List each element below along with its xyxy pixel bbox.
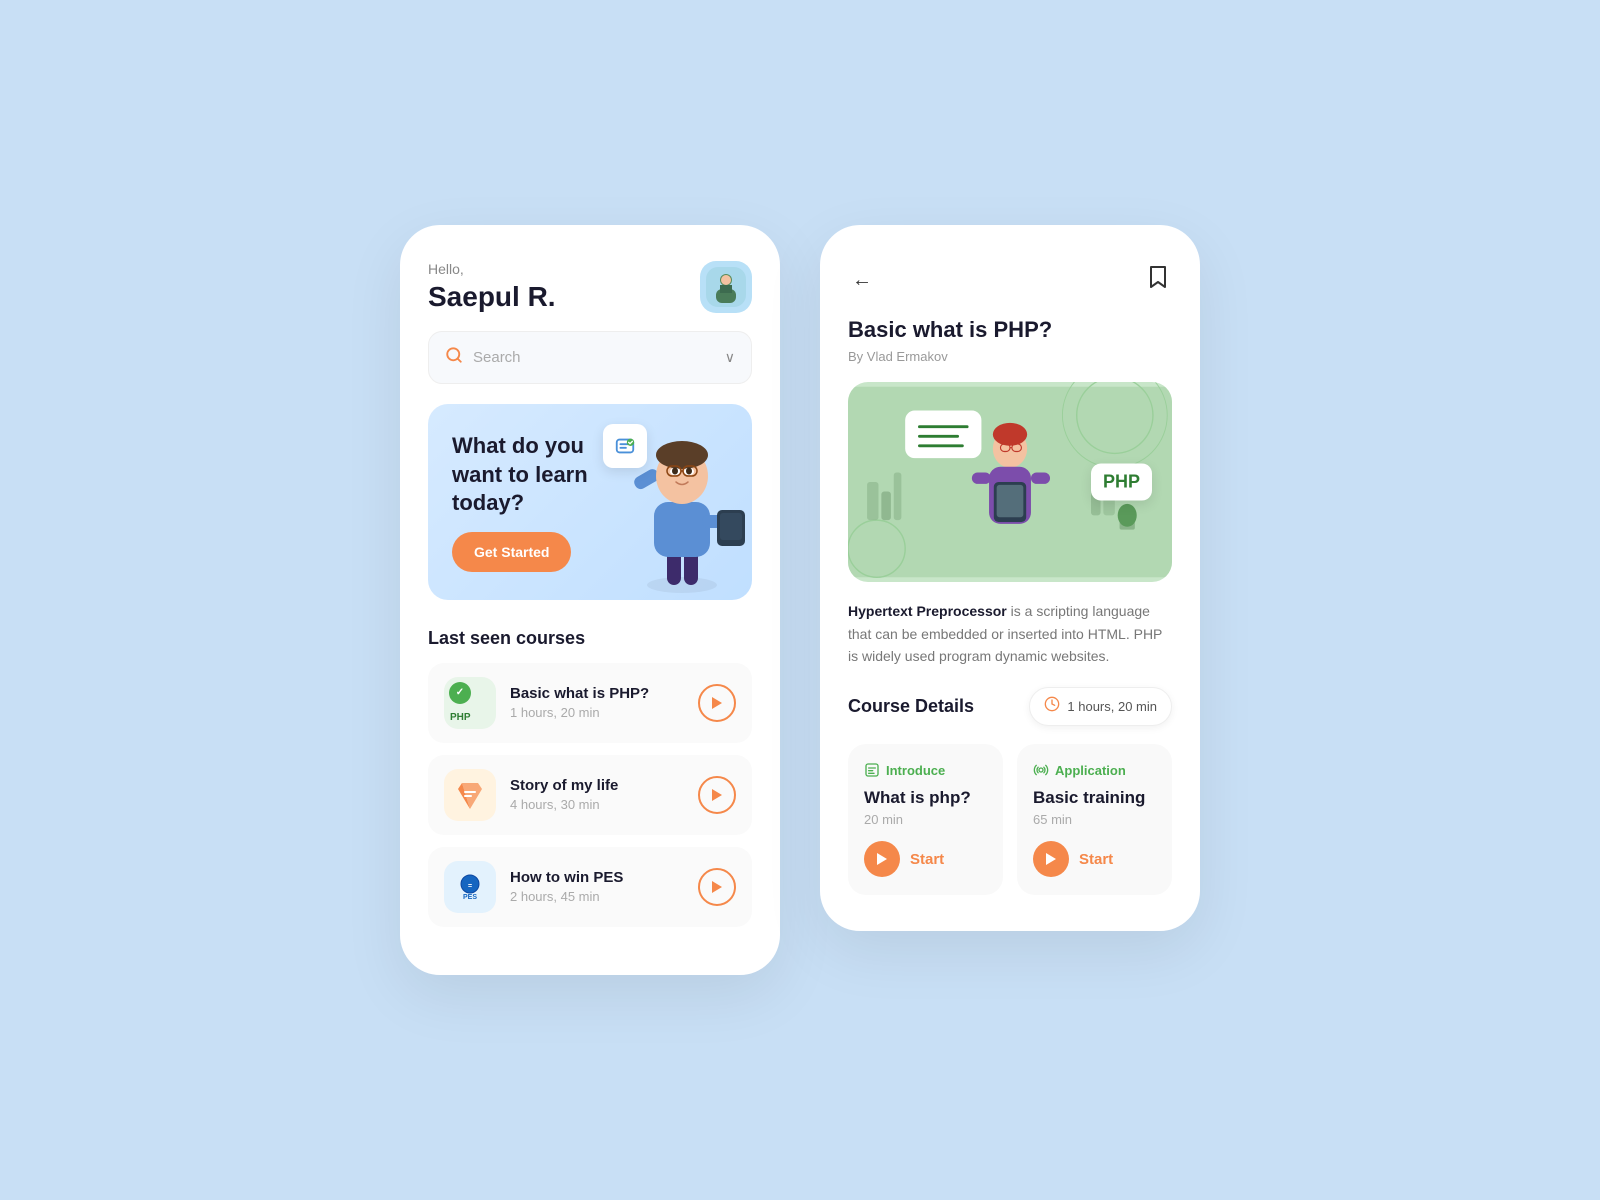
start-label-application[interactable]: Start	[1079, 851, 1113, 868]
greeting-text: Hello,	[428, 261, 556, 277]
module-card-introduce: Introduce What is php? 20 min Start	[848, 744, 1003, 895]
start-label-introduce[interactable]: Start	[910, 851, 944, 868]
module-name-introduce: What is php?	[864, 788, 987, 808]
course-name-story: Story of my life	[510, 777, 698, 794]
search-placeholder-text: Search	[473, 349, 725, 366]
search-icon	[445, 346, 463, 369]
course-duration-story: 4 hours, 30 min	[510, 797, 698, 812]
module-duration-introduce: 20 min	[864, 812, 987, 827]
course-thumb-pes: = PES	[444, 861, 496, 913]
promo-banner: What do you want to learn today? Get Sta…	[428, 404, 752, 600]
module-duration-application: 65 min	[1033, 812, 1156, 827]
modules-grid: Introduce What is php? 20 min Start	[848, 744, 1172, 895]
start-row-application: Start	[1033, 841, 1156, 877]
course-author: By Vlad Ermakov	[848, 349, 1172, 364]
total-duration-badge: 1 hours, 20 min	[1029, 687, 1172, 726]
back-button[interactable]: ←	[848, 265, 876, 296]
search-bar[interactable]: Search ∨	[428, 331, 752, 384]
course-description: Hypertext Preprocessor is a scripting la…	[848, 600, 1172, 667]
start-row-introduce: Start	[864, 841, 987, 877]
dropdown-arrow-icon[interactable]: ∨	[725, 349, 735, 366]
screen1-card: Hello, Saepul R.	[400, 225, 780, 975]
course-item-php[interactable]: ✓ PHP Basic what is PHP? 1 hours, 20 min	[428, 663, 752, 743]
total-duration-text: 1 hours, 20 min	[1067, 699, 1157, 714]
module-card-application: Application Basic training 65 min Start	[1017, 744, 1172, 895]
banner-text: What do you want to learn today?	[452, 432, 604, 518]
course-info-pes: How to win PES 2 hours, 45 min	[510, 869, 698, 904]
course-item-pes[interactable]: = PES How to win PES 2 hours, 45 min	[428, 847, 752, 927]
user-name: Saepul R.	[428, 281, 556, 313]
avatar	[700, 261, 752, 313]
course-hero-image: PHP	[848, 382, 1172, 582]
screen2-header: ←	[848, 261, 1172, 299]
module-type-introduce: Introduce	[864, 762, 987, 778]
course-title: Basic what is PHP?	[848, 317, 1172, 343]
start-play-button-application[interactable]	[1033, 841, 1069, 877]
course-info-php: Basic what is PHP? 1 hours, 20 min	[510, 685, 698, 720]
module-type-application: Application	[1033, 762, 1156, 778]
banner-card-icon	[603, 424, 647, 468]
module-type-label-application: Application	[1055, 763, 1126, 778]
play-button-php[interactable]	[698, 684, 736, 722]
course-thumb-story	[444, 769, 496, 821]
svg-text:=: =	[468, 883, 472, 890]
module-name-application: Basic training	[1033, 788, 1156, 808]
start-play-button-introduce[interactable]	[864, 841, 900, 877]
details-row: Course Details 1 hours, 20 min	[848, 687, 1172, 726]
svg-text:PES: PES	[463, 894, 477, 901]
course-name-pes: How to win PES	[510, 869, 698, 886]
screens-container: Hello, Saepul R.	[400, 225, 1200, 975]
course-thumb-php: ✓ PHP	[444, 677, 496, 729]
course-name-php: Basic what is PHP?	[510, 685, 698, 702]
last-seen-label: Last seen courses	[428, 628, 752, 649]
greeting-section: Hello, Saepul R.	[428, 261, 556, 313]
course-info-story: Story of my life 4 hours, 30 min	[510, 777, 698, 812]
bookmark-button[interactable]	[1144, 261, 1172, 299]
clock-icon	[1044, 696, 1060, 717]
course-duration-pes: 2 hours, 45 min	[510, 889, 698, 904]
header-row: Hello, Saepul R.	[428, 261, 752, 313]
play-button-pes[interactable]	[698, 868, 736, 906]
course-duration-php: 1 hours, 20 min	[510, 705, 698, 720]
details-label: Course Details	[848, 696, 974, 717]
module-type-label-introduce: Introduce	[886, 763, 945, 778]
description-strong: Hypertext Preprocessor	[848, 603, 1007, 619]
screen2-card: ← Basic what is PHP? By Vlad Ermakov	[820, 225, 1200, 931]
php-badge: PHP	[1091, 464, 1152, 501]
play-button-story[interactable]	[698, 776, 736, 814]
get-started-button[interactable]: Get Started	[452, 532, 571, 572]
course-item-story[interactable]: Story of my life 4 hours, 30 min	[428, 755, 752, 835]
